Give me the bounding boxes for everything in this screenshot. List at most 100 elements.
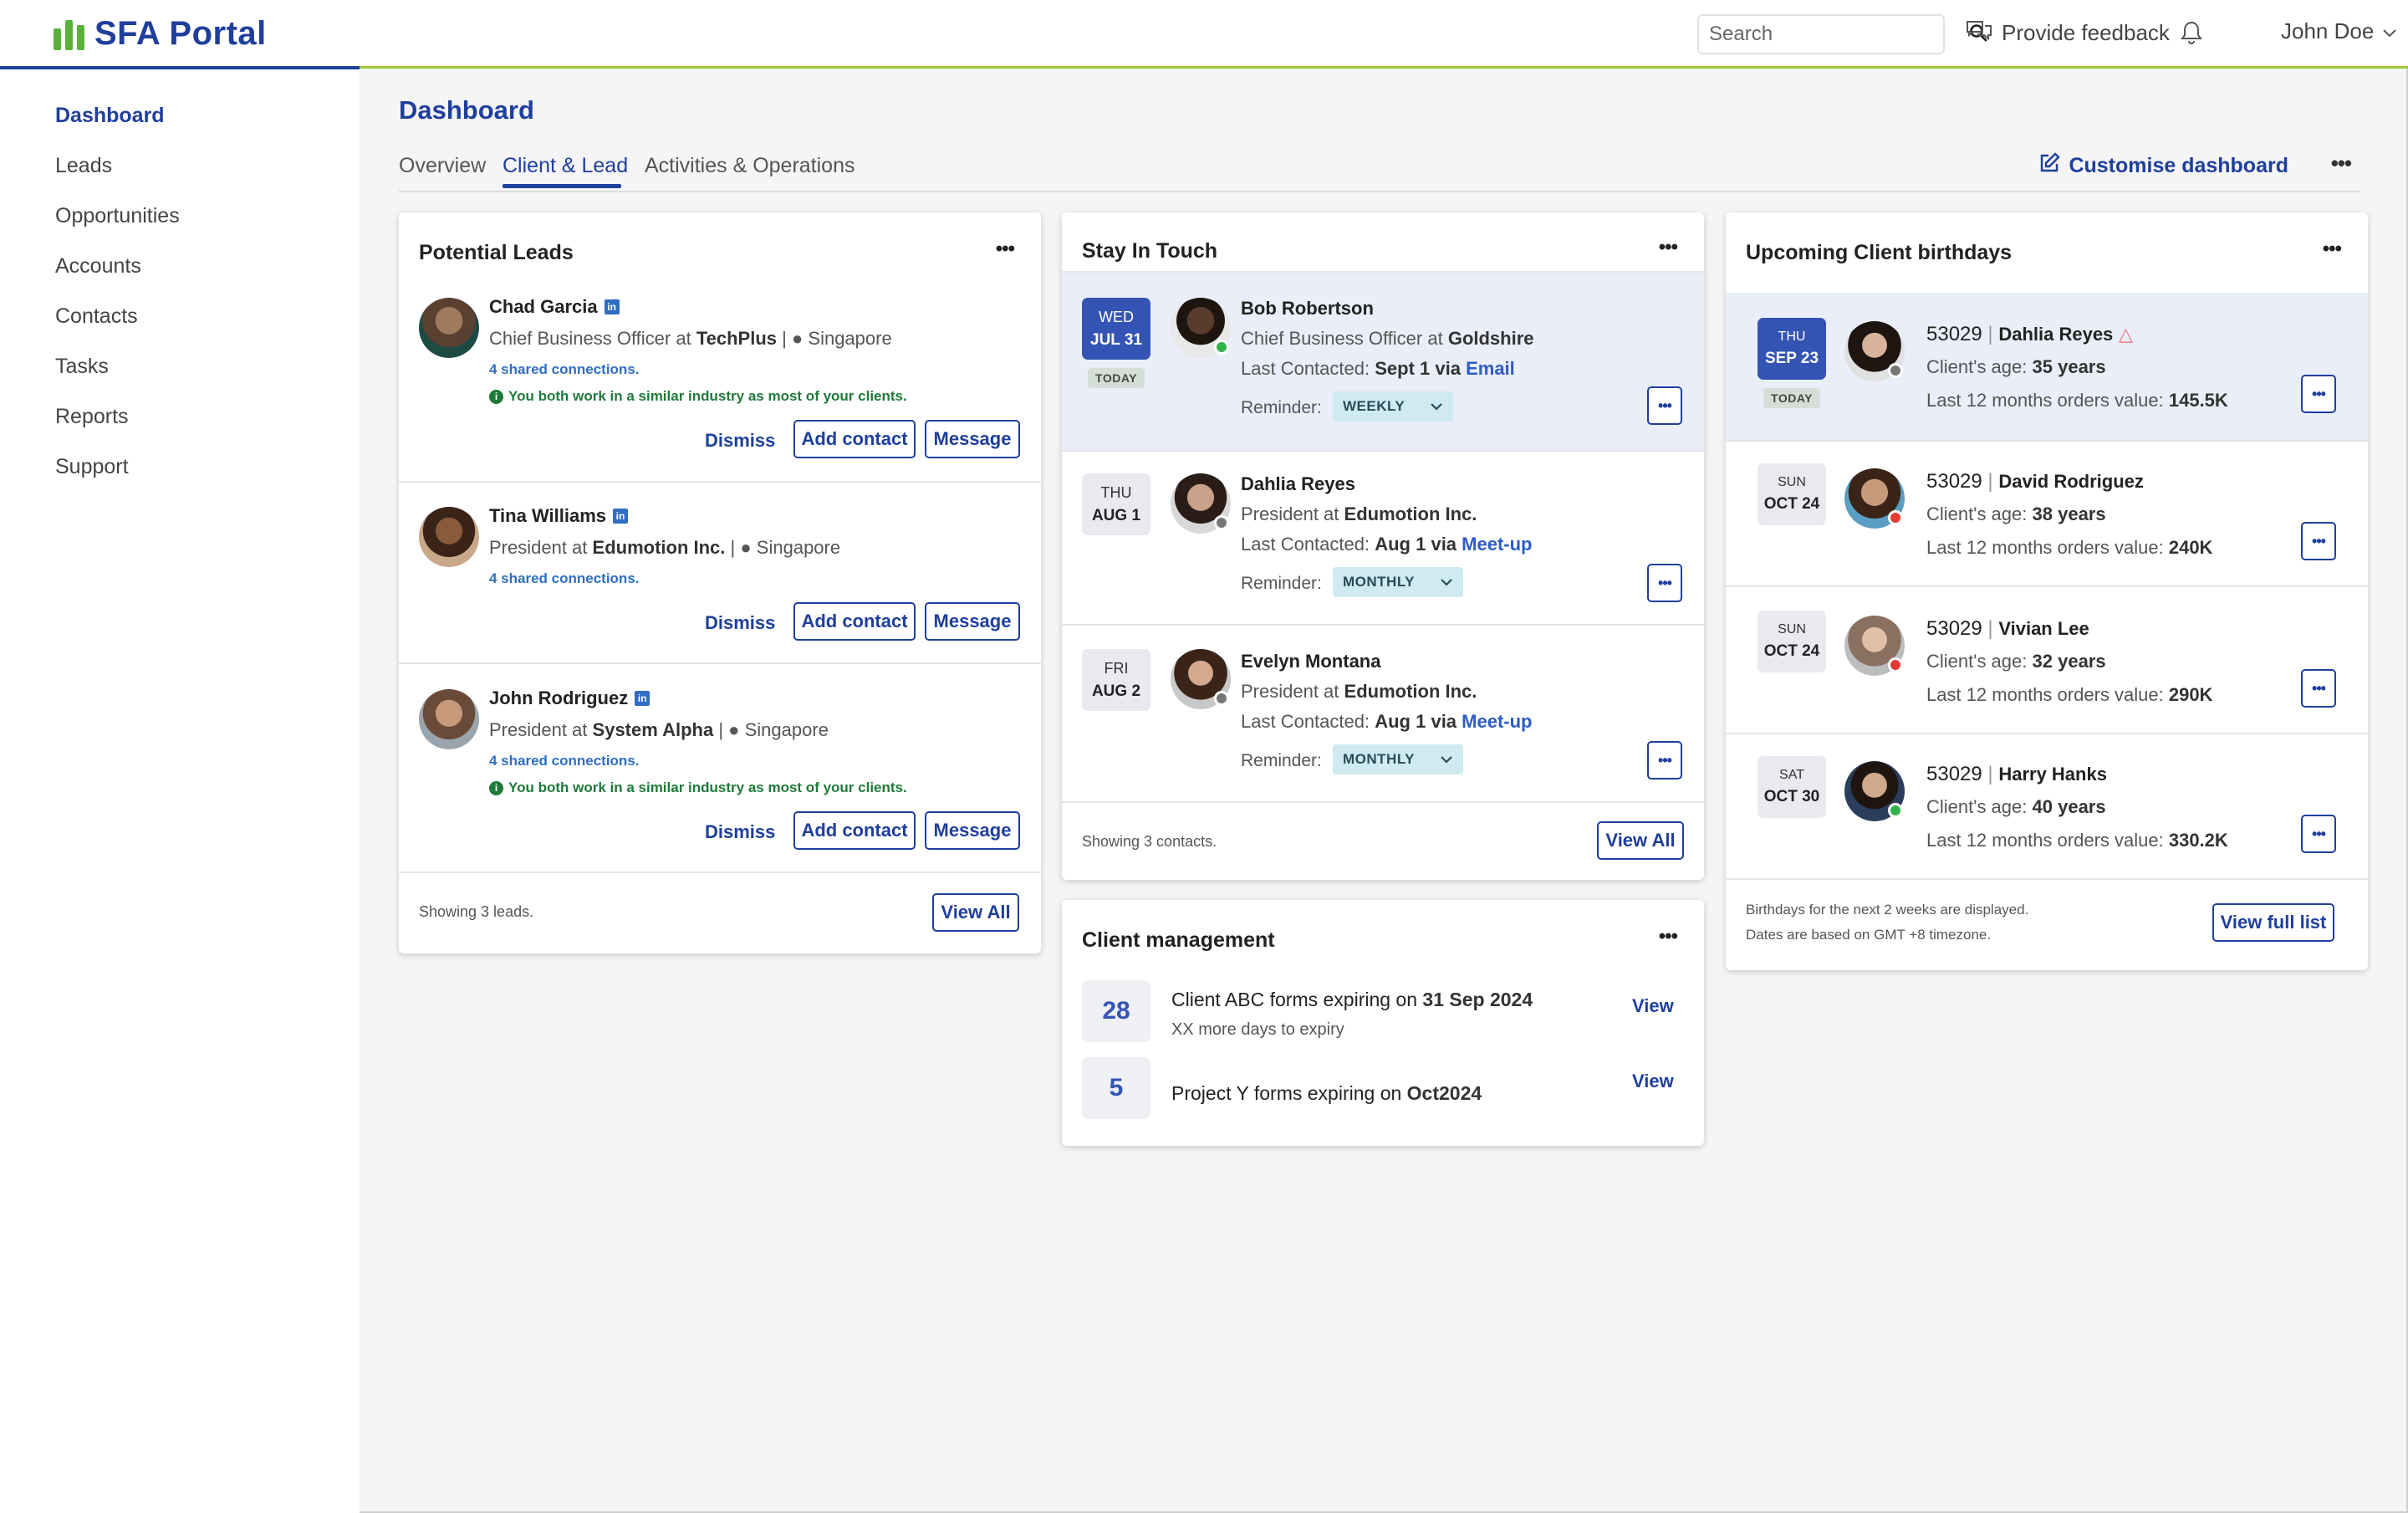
separator: | xyxy=(718,719,729,740)
client-id: 53029 xyxy=(1926,763,1982,785)
reminder-select[interactable]: MONTHLY xyxy=(1333,567,1463,597)
add-contact-button[interactable]: Add contact xyxy=(793,420,916,458)
card-more-icon[interactable]: ••• xyxy=(1659,236,1678,259)
user-menu[interactable]: John Doe xyxy=(2281,18,2397,44)
sidebar-item-contacts[interactable]: Contacts xyxy=(55,304,138,329)
contact-name[interactable]: Evelyn Montana xyxy=(1241,651,1380,672)
view-all-button[interactable]: View All xyxy=(932,893,1019,932)
sidebar-item-dashboard[interactable]: Dashboard xyxy=(55,104,165,128)
sidebar-item-support[interactable]: Support xyxy=(55,455,129,479)
divider xyxy=(1726,733,2368,734)
client-id-name[interactable]: 53029 | Dahlia Reyes △ xyxy=(1926,323,2133,346)
orders-label: Last 12 months orders value: xyxy=(1926,830,2164,851)
card-title: Upcoming Client birthdays xyxy=(1746,241,2013,264)
lead-name[interactable]: Tina Williams in xyxy=(489,505,628,527)
lead-role-text: President at xyxy=(489,719,588,740)
message-button[interactable]: Message xyxy=(925,420,1020,458)
view-link[interactable]: View xyxy=(1632,995,1674,1017)
view-full-list-button[interactable]: View full list xyxy=(2212,903,2334,942)
add-contact-button[interactable]: Add contact xyxy=(793,602,916,641)
contact-channel-link[interactable]: Meet-up xyxy=(1462,711,1532,732)
contact-channel-link[interactable]: Meet-up xyxy=(1462,534,1532,555)
reminder-select[interactable]: WEEKLY xyxy=(1333,391,1454,422)
sidebar-item-leads[interactable]: Leads xyxy=(55,154,112,178)
client-age: Client's age: 40 years xyxy=(1926,796,2106,818)
search-input[interactable] xyxy=(1709,23,1968,46)
row-more-button[interactable]: ••• xyxy=(2301,522,2336,560)
card-more-icon[interactable]: ••• xyxy=(2323,238,2342,261)
search-box[interactable] xyxy=(1697,14,1987,54)
sidebar-item-tasks[interactable]: Tasks xyxy=(55,355,109,379)
row-more-button[interactable]: ••• xyxy=(2301,815,2336,853)
last-contacted-date: Aug 1 via xyxy=(1375,711,1457,732)
date-value: AUG 2 xyxy=(1091,682,1141,700)
client-id: 53029 xyxy=(1926,617,1982,640)
sidebar-item-accounts[interactable]: Accounts xyxy=(55,254,141,279)
message-button[interactable]: Message xyxy=(925,602,1020,641)
client-id-name[interactable]: 53029 | David Rodriguez xyxy=(1926,470,2144,493)
customise-dashboard-button[interactable]: Customise dashboard xyxy=(2038,152,2288,180)
row-more-button[interactable]: ••• xyxy=(1647,564,1682,602)
date-box: THU AUG 1 xyxy=(1082,473,1150,535)
orders-label: Last 12 months orders value: xyxy=(1926,684,2164,705)
age-label: Client's age: xyxy=(1926,503,2028,524)
shared-connections-link[interactable]: 4 shared connections. xyxy=(489,570,640,587)
avatar xyxy=(419,298,479,358)
linkedin-icon[interactable]: in xyxy=(604,299,620,314)
add-contact-button[interactable]: Add contact xyxy=(793,811,916,850)
online-status-dot xyxy=(1214,340,1229,355)
view-link[interactable]: View xyxy=(1632,1071,1674,1092)
dismiss-button[interactable]: Dismiss xyxy=(705,821,775,843)
expiry-description: Project Y forms expiring on xyxy=(1171,1082,1402,1104)
age-value: 35 years xyxy=(2032,356,2106,377)
reminder-select[interactable]: MONTHLY xyxy=(1333,744,1463,774)
contact-name[interactable]: Dahlia Reyes xyxy=(1241,473,1355,495)
app-logo[interactable]: SFA Portal xyxy=(54,15,267,53)
sidebar-item-opportunities[interactable]: Opportunities xyxy=(55,204,180,228)
tab-overview[interactable]: Overview xyxy=(399,154,486,178)
message-button[interactable]: Message xyxy=(925,811,1020,850)
row-more-button[interactable]: ••• xyxy=(1647,386,1682,425)
shared-connections-link[interactable]: 4 shared connections. xyxy=(489,753,640,769)
feedback-button[interactable]: Provide feedback xyxy=(1965,18,2170,48)
dismiss-button[interactable]: Dismiss xyxy=(705,612,775,634)
shared-connections-link[interactable]: 4 shared connections. xyxy=(489,361,640,378)
linkedin-icon[interactable]: in xyxy=(613,509,628,524)
lead-name[interactable]: Chad Garcia in xyxy=(489,296,620,318)
potential-leads-card: Potential Leads ••• Chad Garcia in Chief… xyxy=(399,212,1041,953)
client-id-name[interactable]: 53029 | Harry Hanks xyxy=(1926,763,2107,786)
tab-activities-operations[interactable]: Activities & Operations xyxy=(645,154,855,178)
sidebar: Dashboard Leads Opportunities Accounts C… xyxy=(0,69,360,1513)
page-more-icon[interactable]: ••• xyxy=(2331,151,2352,176)
client-name: David Rodriguez xyxy=(1998,471,2144,492)
online-status-dot xyxy=(1888,803,1903,818)
linkedin-icon[interactable]: in xyxy=(635,691,650,706)
client-id-name[interactable]: 53029 | Vivian Lee xyxy=(1926,617,2089,641)
contact-channel-link[interactable]: Email xyxy=(1466,358,1515,379)
sidebar-item-reports[interactable]: Reports xyxy=(55,405,129,429)
chat-bubbles-icon xyxy=(1965,18,1993,48)
tab-client-lead[interactable]: Client & Lead xyxy=(503,154,628,178)
lead-name-text: Tina Williams xyxy=(489,505,606,526)
date-day: FRI xyxy=(1104,659,1129,677)
row-more-button[interactable]: ••• xyxy=(2301,375,2336,413)
last-contacted: Last Contacted: Aug 1 via Meet-up xyxy=(1241,534,1533,555)
bell-icon[interactable] xyxy=(2181,20,2202,45)
lead-name[interactable]: John Rodriguez in xyxy=(489,687,650,709)
contact-role-text: President at xyxy=(1241,681,1339,702)
age-value: 40 years xyxy=(2032,796,2106,817)
row-more-button[interactable]: ••• xyxy=(1647,741,1682,780)
last-contacted: Last Contacted: Sept 1 via Email xyxy=(1241,358,1515,380)
age-label: Client's age: xyxy=(1926,796,2028,817)
contacts-footer-text: Showing 3 contacts. xyxy=(1082,833,1217,850)
view-all-button[interactable]: View All xyxy=(1597,821,1684,860)
dismiss-button[interactable]: Dismiss xyxy=(705,430,775,452)
contact-role: President at Edumotion Inc. xyxy=(1241,681,1477,703)
contact-name[interactable]: Bob Robertson xyxy=(1241,298,1374,319)
client-age: Client's age: 35 years xyxy=(1926,356,2106,378)
card-more-icon[interactable]: ••• xyxy=(996,238,1015,261)
divider xyxy=(1726,440,2368,442)
lead-role: President at System Alpha | ● Singapore xyxy=(489,719,829,741)
card-more-icon[interactable]: ••• xyxy=(1659,925,1678,948)
row-more-button[interactable]: ••• xyxy=(2301,669,2336,708)
